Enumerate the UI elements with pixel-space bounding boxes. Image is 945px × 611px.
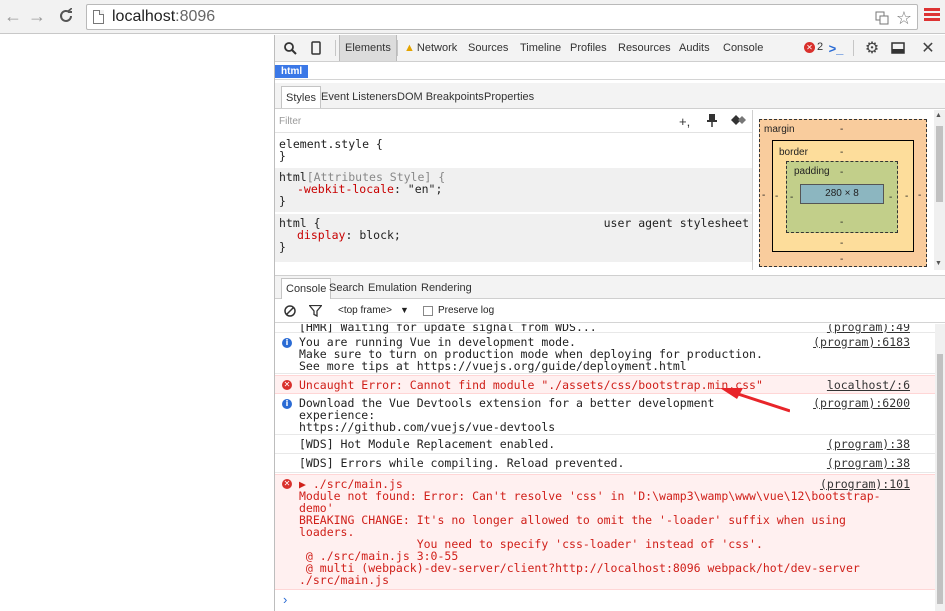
page-icon	[93, 10, 104, 24]
drawer-tab-console[interactable]: Console	[281, 278, 332, 299]
rule-html-user-agent: html {user agent stylesheet display: blo…	[275, 214, 752, 262]
tab-resources[interactable]: Resources	[613, 35, 676, 61]
styles-scrollbar[interactable]: ▲ ▼	[934, 110, 945, 270]
translate-icon[interactable]	[873, 9, 891, 27]
drawer-tabs: Console Search Emulation Rendering	[275, 275, 945, 299]
clear-console-icon[interactable]	[282, 303, 298, 319]
tab-network[interactable]: ▲ Network	[399, 35, 462, 61]
close-devtools-icon[interactable]: ✕	[919, 39, 937, 57]
console-toolbar: <top frame> ▼ Preserve log	[275, 299, 945, 323]
tab-audits[interactable]: Audits	[674, 35, 715, 61]
dock-side-icon[interactable]	[889, 39, 907, 57]
filter-input[interactable]: Filter	[279, 116, 301, 127]
new-style-rule-icon[interactable]: +,	[679, 114, 690, 129]
source-link[interactable]: (program):6200	[813, 397, 910, 409]
error-icon: ✕	[804, 41, 815, 53]
warning-icon: ▲	[404, 42, 415, 54]
browser-menu-icon[interactable]	[924, 8, 940, 24]
box-model-margin: margin - - - - border - - - - padding - …	[759, 119, 927, 267]
rule-element-style: element.style { }	[279, 137, 383, 163]
address-bar[interactable]: localhost:8096 ☆	[86, 4, 918, 30]
filter-funnel-icon[interactable]	[307, 303, 323, 319]
console-message: i Download the Vue Devtools extension fo…	[275, 395, 935, 435]
tab-dom-breakpoints[interactable]: DOM Breakpoints	[393, 86, 488, 108]
source-link[interactable]: localhost/:6	[827, 379, 910, 391]
preserve-log-label: Preserve log	[438, 305, 495, 316]
error-icon: ✕	[282, 479, 292, 489]
info-icon: i	[282, 338, 292, 348]
tab-properties[interactable]: Properties	[480, 86, 538, 108]
console-error: ✕ Uncaught Error: Cannot find module "./…	[275, 375, 935, 394]
console-scrollbar[interactable]	[935, 324, 945, 611]
console-message: [WDS] Hot Module Replacement enabled. (p…	[275, 435, 935, 454]
tab-timeline[interactable]: Timeline	[515, 35, 566, 61]
inspect-search-icon[interactable]	[281, 39, 299, 57]
drawer-tab-rendering[interactable]: Rendering	[417, 278, 476, 299]
page-viewport	[0, 35, 275, 611]
box-model-pane: margin - - - - border - - - - padding - …	[754, 110, 945, 270]
devtools-toolbar: Elements ▲ Network Sources Timeline Profi…	[275, 35, 945, 62]
tab-console[interactable]: Console	[718, 35, 768, 61]
preserve-log-checkbox[interactable]	[423, 306, 433, 316]
tab-elements[interactable]: Elements	[339, 35, 397, 61]
console-messages: [HMR] Waiting for update signal from WDS…	[275, 324, 935, 611]
url-text[interactable]: localhost:8096	[112, 8, 215, 26]
annotation-arrow-icon	[720, 388, 790, 413]
drawer-tab-search[interactable]: Search	[325, 278, 368, 299]
styles-filter-row: Filter +,	[275, 110, 752, 133]
settings-gear-icon[interactable]: ⚙	[863, 39, 881, 57]
box-model-border: border - - - - padding - - - - 280 × 8	[772, 140, 914, 252]
drawer-tab-emulation[interactable]: Emulation	[364, 278, 421, 299]
source-link[interactable]: (program):101	[820, 478, 910, 490]
source-link[interactable]: (program):6183	[813, 336, 910, 348]
box-model-padding: padding - - - - 280 × 8	[786, 161, 898, 233]
error-icon: ✕	[282, 380, 292, 390]
chevron-down-icon[interactable]: ▼	[400, 305, 409, 315]
device-mode-icon[interactable]	[307, 39, 325, 57]
styles-subtabs: Styles Event Listeners DOM Breakpoints P…	[275, 83, 945, 109]
bookmark-star-icon[interactable]: ☆	[895, 8, 913, 28]
source-link[interactable]: (program):49	[827, 324, 910, 333]
tab-sources[interactable]: Sources	[463, 35, 513, 61]
element-state-icon[interactable]	[730, 114, 746, 129]
console-error: ✕ ▶ ./src/main.js Module not found: Erro…	[275, 474, 935, 590]
box-model-content: 280 × 8	[800, 184, 884, 204]
rule-attributes-style: html[Attributes Style] { -webkit-locale:…	[275, 168, 752, 212]
reload-icon[interactable]	[55, 5, 77, 27]
tab-profiles[interactable]: Profiles	[565, 35, 612, 61]
error-count-badge[interactable]: ✕ 2	[804, 41, 823, 53]
devtools-panel: Elements ▲ Network Sources Timeline Profi…	[275, 35, 945, 611]
back-icon[interactable]: ←	[2, 5, 24, 27]
styles-pane: Filter +, element.style { } html[Attribu…	[275, 110, 753, 270]
console-prompt[interactable]: ›	[283, 592, 287, 607]
source-link[interactable]: (program):38	[827, 457, 910, 469]
source-link[interactable]: (program):38	[827, 438, 910, 450]
console-message: i You are running Vue in development mod…	[275, 334, 935, 374]
tab-styles[interactable]: Styles	[281, 86, 321, 108]
console-drawer-icon[interactable]: >_	[827, 39, 845, 57]
stylesheet-origin: user agent stylesheet	[603, 216, 749, 230]
console-message: [HMR] Waiting for update signal from WDS…	[275, 324, 935, 333]
breadcrumb[interactable]: html	[275, 65, 309, 78]
frame-select[interactable]: <top frame>	[338, 305, 392, 316]
forward-icon[interactable]: →	[26, 5, 48, 27]
browser-toolbar: ← → localhost:8096 ☆	[0, 0, 945, 34]
info-icon: i	[282, 399, 292, 409]
breadcrumb-bar: html	[275, 63, 945, 80]
pin-icon[interactable]	[707, 114, 717, 130]
console-message: [WDS] Errors while compiling. Reload pre…	[275, 454, 935, 473]
tab-event-listeners[interactable]: Event Listeners	[317, 86, 401, 108]
